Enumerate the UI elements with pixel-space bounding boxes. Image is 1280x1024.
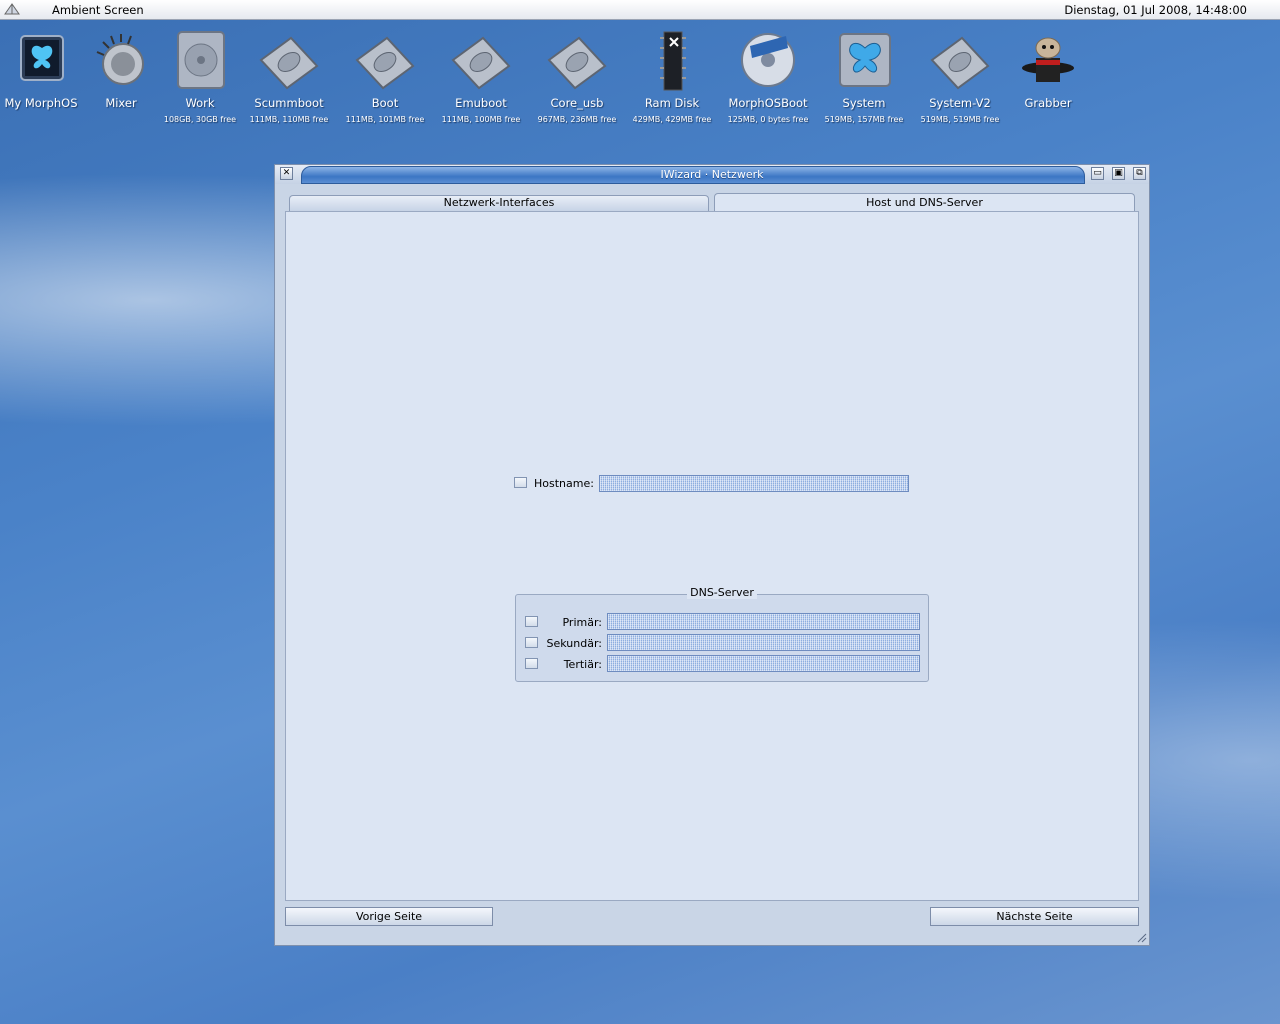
icon-label: MorphOSBoot	[728, 96, 808, 110]
desktop-icon-work[interactable]: Work 108GB, 30GB free	[152, 28, 248, 124]
desktop-icon-boot[interactable]: Boot 111MB, 101MB free	[337, 28, 433, 124]
icon-label: Emuboot	[455, 96, 507, 110]
ram-chip-icon	[660, 31, 686, 91]
desktop-icon-grabber[interactable]: Grabber	[1000, 28, 1096, 110]
morphos-logo-icon[interactable]	[4, 2, 20, 16]
icon-info: 519MB, 519MB free	[920, 115, 1000, 124]
icon-label: Boot	[371, 96, 399, 110]
tab-bar: Netzwerk-Interfaces Host und DNS-Server	[289, 193, 1135, 212]
prev-page-button[interactable]: Vorige Seite	[285, 907, 493, 926]
desktop-icon-morphosboot[interactable]: MorphOSBoot 125MB, 0 bytes free	[720, 28, 816, 124]
icon-label: Scummboot	[254, 96, 324, 110]
tab-host-und-dns-server[interactable]: Host und DNS-Server	[714, 193, 1135, 211]
iconify-icon[interactable]: ▭	[1091, 167, 1104, 180]
dns-group-title: DNS-Server	[516, 586, 928, 599]
desktop-icon-emuboot[interactable]: Emuboot 111MB, 100MB free	[433, 28, 529, 124]
icon-info: 111MB, 101MB free	[345, 115, 425, 124]
zoom-icon[interactable]: ▣	[1112, 167, 1125, 180]
tertiary-dns-label: Tertiär:	[563, 658, 602, 671]
secondary-dns-label: Sekundär:	[546, 637, 602, 650]
tab-panel: Hostname: DNS-Server Primär: Sekundär: T…	[285, 211, 1139, 901]
morphos-butterfly-icon	[20, 35, 64, 81]
iwizard-window: ✕ IWizard · Netzwerk ▭ ▣ ⧉ Netzwerk-Inte…	[274, 164, 1150, 946]
depth-icon[interactable]: ⧉	[1133, 167, 1146, 180]
primary-dns-label: Primär:	[562, 616, 602, 629]
resize-handle-icon[interactable]	[1137, 933, 1147, 943]
window-titlebar[interactable]: ✕ IWizard · Netzwerk ▭ ▣ ⧉	[275, 165, 1149, 184]
next-page-button[interactable]: Nächste Seite	[930, 907, 1139, 926]
hostname-label: Hostname:	[534, 477, 594, 490]
primary-dns-input[interactable]	[607, 613, 920, 630]
icon-info: 519MB, 157MB free	[824, 115, 904, 124]
dns-server-group: DNS-Server Primär: Sekundär: Tertiär:	[515, 586, 929, 682]
tab-netzwerk-interfaces[interactable]: Netzwerk-Interfaces	[289, 195, 709, 211]
icon-info: 111MB, 110MB free	[249, 115, 329, 124]
icon-info: 125MB, 0 bytes free	[727, 115, 809, 124]
icon-info: 108GB, 30GB free	[163, 115, 237, 124]
desktop-icon-system[interactable]: System 519MB, 157MB free	[816, 28, 912, 124]
desktop-icon-core-usb[interactable]: Core_usb 967MB, 236MB free	[529, 28, 625, 124]
window-title: IWizard · Netzwerk	[660, 168, 764, 181]
system-butterfly-drive-icon	[839, 33, 891, 87]
icon-label: Work	[185, 96, 215, 110]
tertiary-dns-input[interactable]	[607, 655, 920, 672]
icon-info: 111MB, 100MB free	[441, 115, 521, 124]
drive-icon	[930, 36, 990, 90]
icon-label: System-V2	[929, 96, 991, 110]
menu-bar: Ambient Screen Dienstag, 01 Jul 2008, 14…	[0, 0, 1280, 20]
icon-label: System	[842, 96, 886, 110]
hostname-checkbox[interactable]	[514, 477, 527, 488]
drive-icon	[259, 36, 319, 90]
screen-title: Ambient Screen	[52, 3, 144, 17]
icon-label: Ram Disk	[644, 96, 700, 110]
desktop-icon-ram-disk[interactable]: Ram Disk 429MB, 429MB free	[624, 28, 720, 124]
icon-label: Core_usb	[550, 96, 604, 110]
hostname-input[interactable]	[599, 475, 909, 492]
magic-hat-icon	[1022, 37, 1074, 82]
desktop-icon-scummboot[interactable]: Scummboot 111MB, 110MB free	[241, 28, 337, 124]
drive-icon	[355, 36, 415, 90]
secondary-dns-input[interactable]	[607, 634, 920, 651]
icon-info: 429MB, 429MB free	[632, 115, 712, 124]
icon-info: 967MB, 236MB free	[537, 115, 617, 124]
desktop-icon-system-v2[interactable]: System-V2 519MB, 519MB free	[912, 28, 1008, 124]
drive-icon	[451, 36, 511, 90]
harddisk-icon	[177, 31, 225, 89]
mixer-icon	[96, 34, 144, 85]
icon-label: Grabber	[1024, 96, 1072, 110]
drive-icon	[547, 36, 607, 90]
clock: Dienstag, 01 Jul 2008, 14:48:00	[1064, 3, 1247, 17]
disc-icon	[741, 33, 795, 87]
